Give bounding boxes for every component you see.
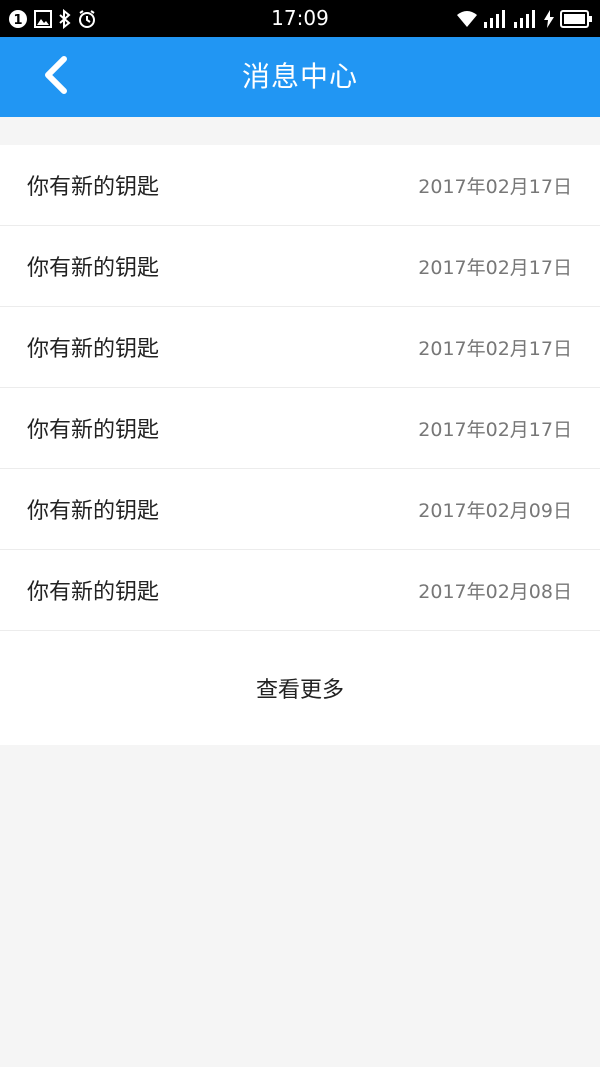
message-date: 2017年02月09日 bbox=[418, 499, 572, 522]
message-date: 2017年02月17日 bbox=[418, 256, 572, 279]
app-bar: 消息中心 bbox=[0, 37, 600, 117]
load-more-button[interactable]: 查看更多 bbox=[0, 631, 600, 745]
message-title: 你有新的钥匙 bbox=[27, 337, 160, 362]
signal-icon bbox=[514, 10, 538, 28]
charging-icon bbox=[544, 10, 554, 28]
wifi-icon bbox=[456, 10, 478, 28]
message-row[interactable]: 你有新的钥匙 2017年02月17日 bbox=[0, 388, 600, 469]
message-row[interactable]: 你有新的钥匙 2017年02月17日 bbox=[0, 307, 600, 388]
message-title: 你有新的钥匙 bbox=[27, 175, 160, 200]
message-row[interactable]: 你有新的钥匙 2017年02月17日 bbox=[0, 145, 600, 226]
page-title: 消息中心 bbox=[241, 60, 358, 93]
battery-icon bbox=[560, 10, 592, 28]
message-title: 你有新的钥匙 bbox=[27, 256, 160, 281]
message-row[interactable]: 你有新的钥匙 2017年02月09日 bbox=[0, 469, 600, 550]
message-date: 2017年02月08日 bbox=[418, 580, 572, 603]
message-date: 2017年02月17日 bbox=[418, 337, 572, 360]
status-bar: 1 17:09 bbox=[0, 0, 600, 37]
message-row[interactable]: 你有新的钥匙 2017年02月17日 bbox=[0, 226, 600, 307]
message-date: 2017年02月17日 bbox=[418, 418, 572, 441]
message-list: 你有新的钥匙 2017年02月17日 你有新的钥匙 2017年02月17日 你有… bbox=[0, 145, 600, 745]
message-title: 你有新的钥匙 bbox=[27, 580, 160, 605]
message-title: 你有新的钥匙 bbox=[27, 499, 160, 524]
status-right-icons bbox=[456, 9, 592, 29]
message-row[interactable]: 你有新的钥匙 2017年02月08日 bbox=[0, 550, 600, 631]
message-title: 你有新的钥匙 bbox=[27, 418, 160, 443]
message-date: 2017年02月17日 bbox=[418, 175, 572, 198]
signal-icon bbox=[484, 10, 508, 28]
